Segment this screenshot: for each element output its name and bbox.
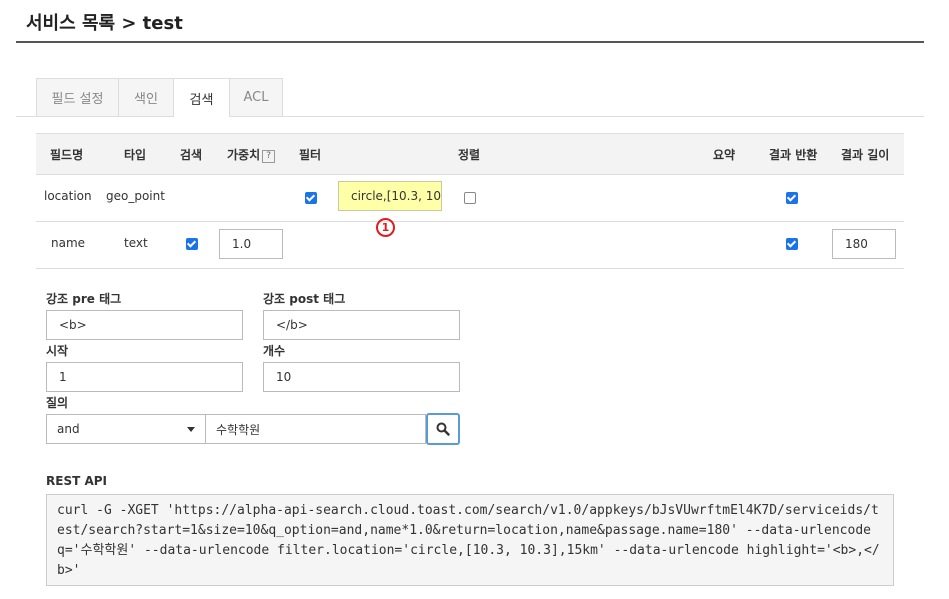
table-row: location geo_point circle,[10.3, 10.3],1…	[36, 174, 904, 222]
rest-api-label: REST API	[46, 474, 107, 488]
query-option-value: and	[57, 422, 80, 436]
return-checkbox[interactable]	[786, 238, 798, 250]
tab-bar: 필드 설정 색인 검색 ACL	[36, 78, 283, 117]
search-button[interactable]	[426, 413, 460, 445]
search-checkbox[interactable]	[186, 238, 198, 250]
post-tag-input[interactable]: </b>	[263, 310, 460, 340]
header-filter: 필터	[299, 148, 322, 162]
start-input[interactable]: 1	[46, 362, 243, 392]
header-weight-label: 가중치	[227, 148, 261, 162]
table-row: name text 1.0 180	[36, 221, 904, 269]
filter-input[interactable]: circle,[10.3, 10.3],15km	[338, 181, 442, 211]
return-checkbox[interactable]	[786, 192, 798, 204]
header-length: 결과 길이	[841, 148, 890, 162]
help-icon[interactable]: ?	[262, 150, 276, 163]
size-input[interactable]: 10	[263, 362, 460, 392]
table-header: 필드명 타입 검색 가중치? 필터 정렬 요약 결과 반환 결과 길이	[36, 133, 904, 175]
header-field-name: 필드명	[50, 148, 84, 162]
annotation-marker: 1	[376, 218, 395, 237]
field-name: name	[51, 236, 86, 250]
field-type: geo_point	[106, 189, 165, 203]
tab-divider	[16, 116, 924, 117]
query-input[interactable]: 수학학원	[205, 414, 426, 444]
size-label: 개수	[263, 344, 286, 358]
pre-tag-label: 강조 pre 태그	[46, 292, 122, 306]
filter-checkbox[interactable]	[305, 192, 317, 204]
caret-down-icon	[187, 427, 195, 432]
header-summary: 요약	[713, 148, 736, 162]
header-return: 결과 반환	[769, 148, 818, 162]
post-tag-label: 강조 post 태그	[263, 292, 346, 306]
header-sort: 정렬	[458, 148, 481, 162]
query-option-select[interactable]: and	[46, 414, 206, 444]
header-weight: 가중치?	[227, 146, 276, 163]
sort-checkbox[interactable]	[464, 192, 476, 204]
weight-input[interactable]: 1.0	[219, 229, 283, 259]
title-divider	[16, 41, 924, 43]
tab-index[interactable]: 색인	[118, 78, 174, 116]
search-icon	[436, 422, 450, 436]
page-title: 서비스 목록 > test	[26, 13, 183, 34]
field-name: location	[44, 189, 92, 203]
length-input[interactable]: 180	[832, 229, 896, 259]
field-type: text	[124, 236, 148, 250]
rest-api-command: curl -G -XGET 'https://alpha-api-search.…	[46, 494, 894, 586]
tab-acl[interactable]: ACL	[229, 78, 283, 116]
tab-search[interactable]: 검색	[173, 78, 230, 117]
pre-tag-input[interactable]: <b>	[46, 310, 243, 340]
start-label: 시작	[46, 344, 69, 358]
query-label: 질의	[46, 396, 69, 410]
header-search: 검색	[180, 148, 203, 162]
header-type: 타입	[124, 148, 147, 162]
tab-field-settings[interactable]: 필드 설정	[36, 78, 119, 116]
